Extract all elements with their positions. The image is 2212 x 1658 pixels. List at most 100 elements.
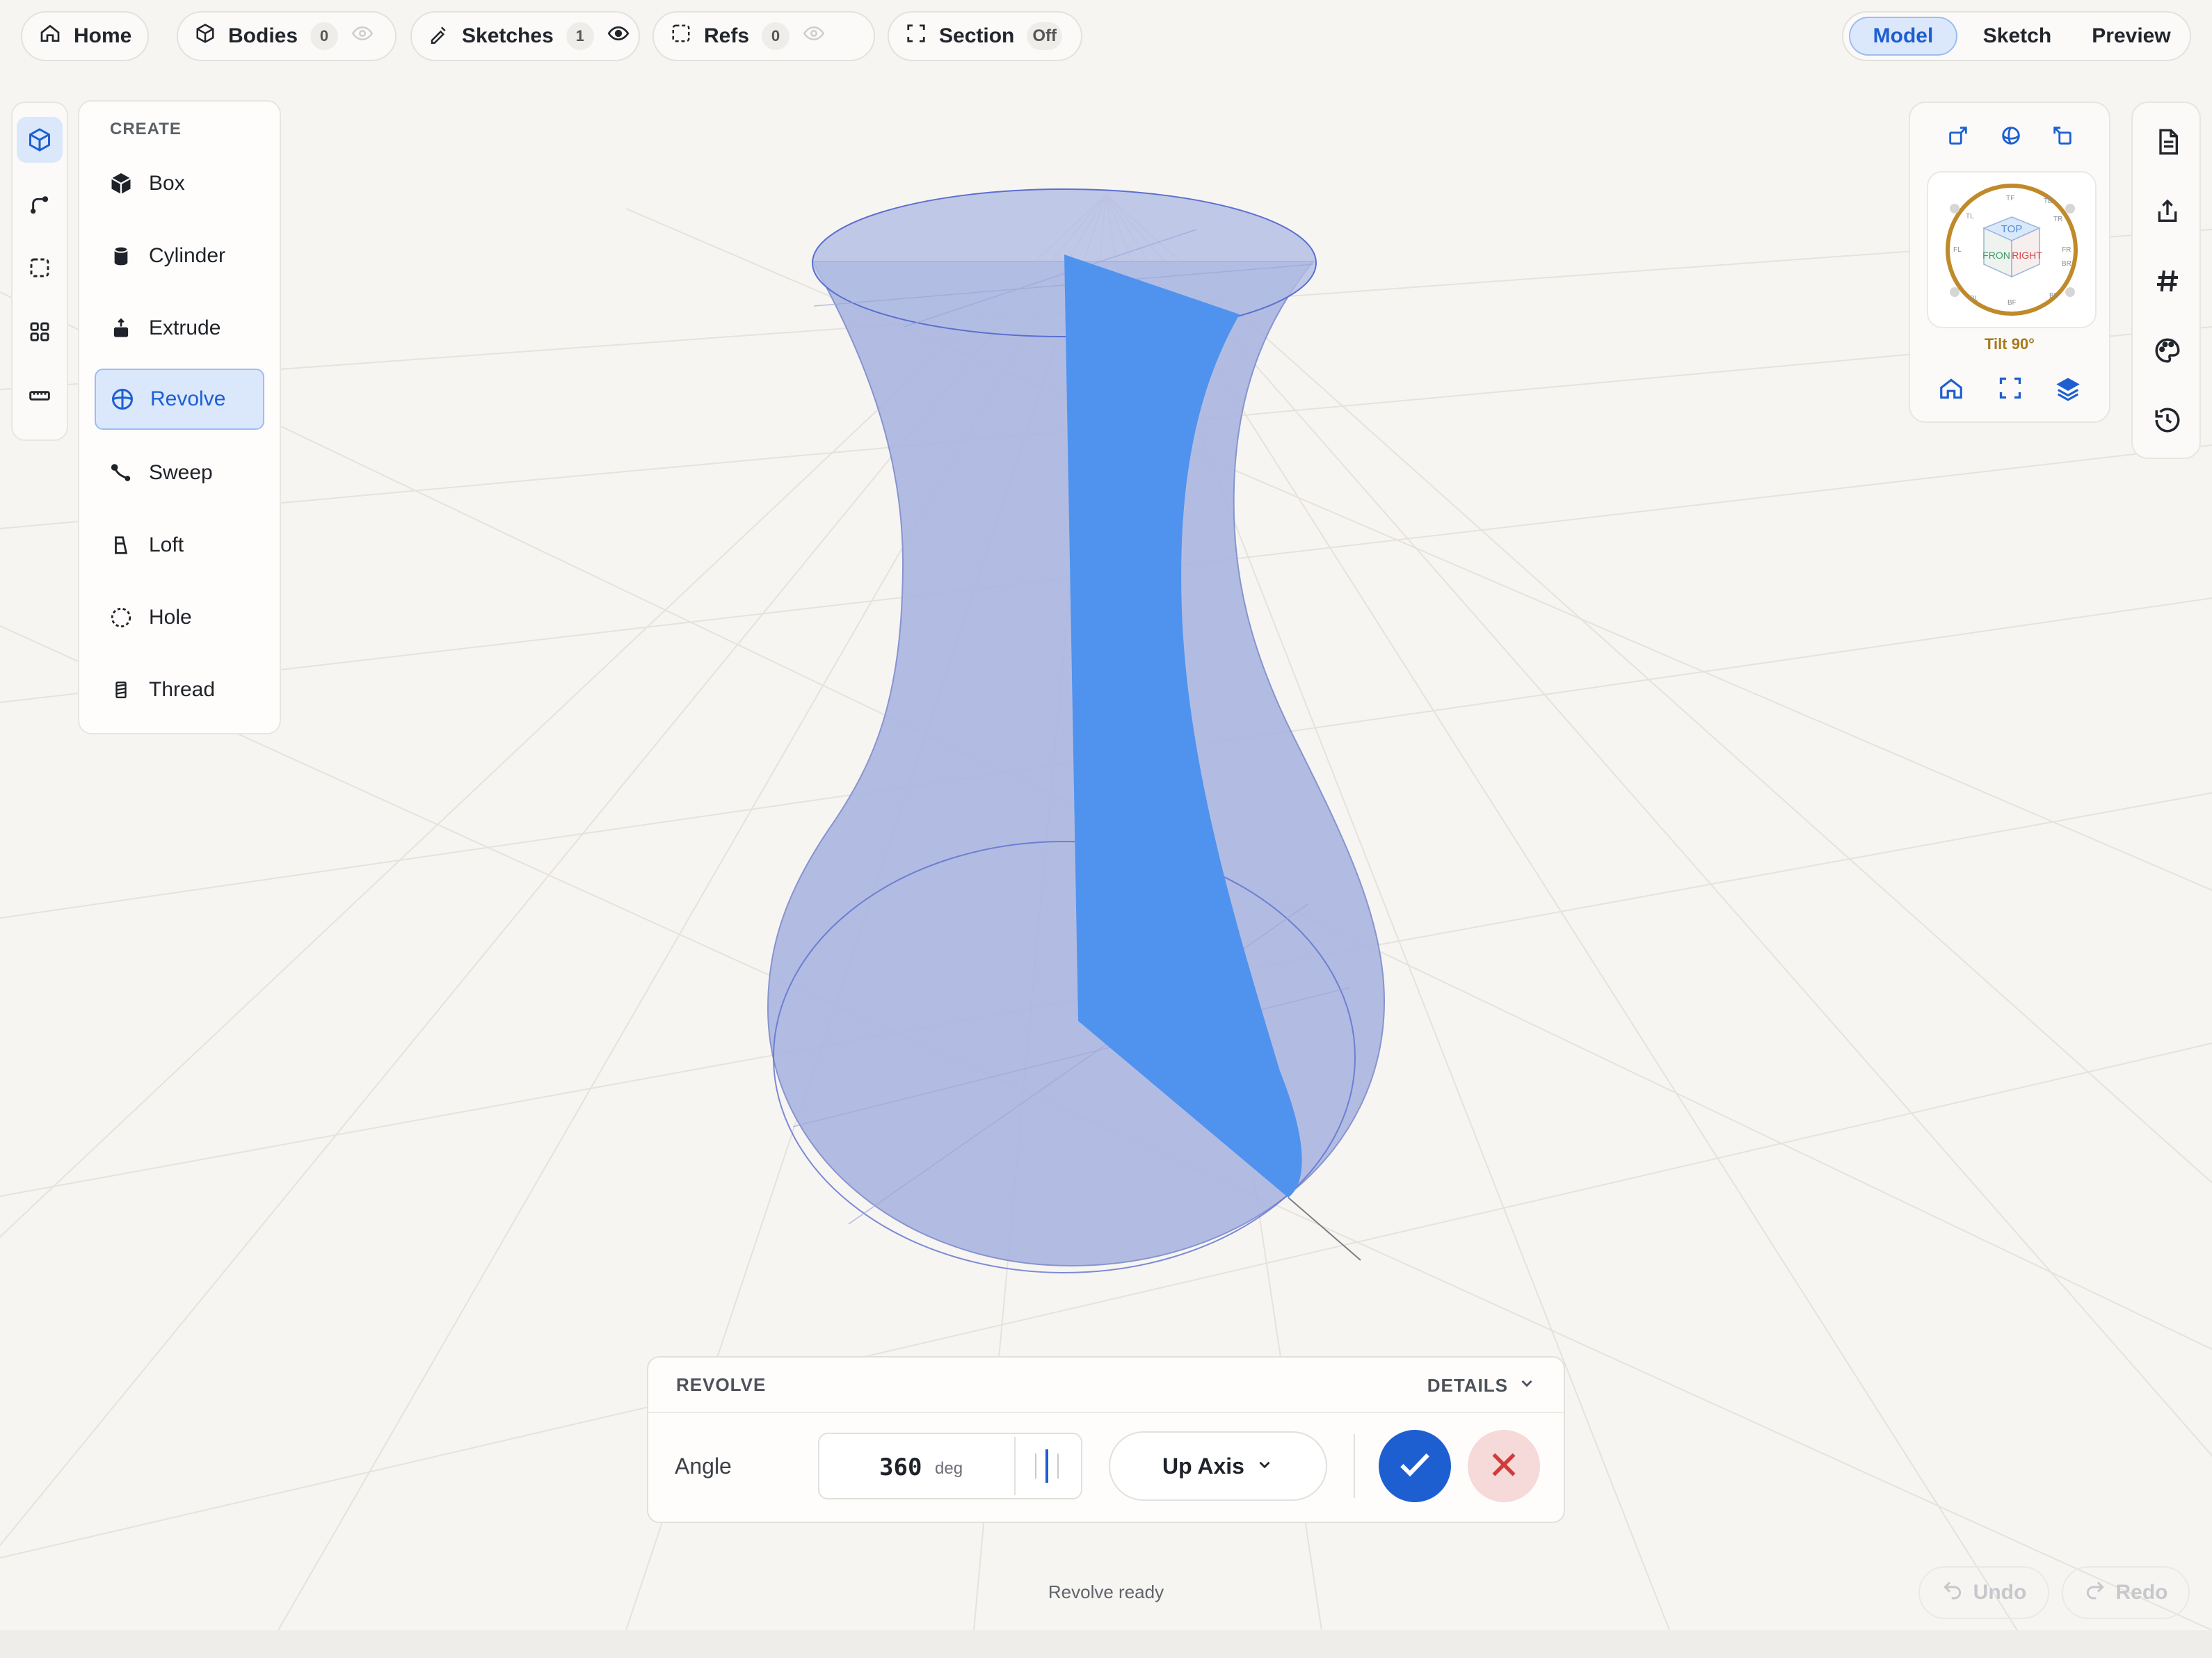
menu-item-label: Sweep: [149, 461, 213, 484]
check-icon: [1395, 1445, 1434, 1488]
dashed-square-icon: [671, 23, 691, 49]
refs-label: Refs: [704, 24, 750, 47]
divider: [1354, 1434, 1355, 1498]
rotate-left-icon[interactable]: [1946, 124, 1970, 151]
chevron-down-icon: [1518, 1374, 1536, 1397]
angle-value[interactable]: 360: [879, 1454, 922, 1481]
share-icon[interactable]: [2145, 189, 2190, 234]
sweep-icon: [109, 460, 134, 485]
details-toggle[interactable]: DETAILS: [1427, 1374, 1536, 1397]
axis-label: Up Axis: [1162, 1453, 1244, 1479]
revolve-icon: [110, 387, 135, 412]
sketches-button[interactable]: Sketches 1: [410, 11, 640, 61]
orbit-icon[interactable]: [1999, 124, 2023, 151]
layers-icon[interactable]: [2055, 376, 2081, 405]
menu-item-loft[interactable]: Loft: [95, 515, 264, 576]
eye-off-icon[interactable]: [802, 23, 826, 49]
ring-label[interactable]: TL: [1966, 213, 1974, 220]
section-state: Off: [1027, 22, 1063, 50]
angle-scrubber[interactable]: [1014, 1437, 1078, 1495]
home-icon: [39, 22, 61, 50]
mode-model[interactable]: Model: [1849, 17, 1957, 56]
right-tool-rail: [2131, 102, 2201, 459]
chevron-down-icon: [1256, 1454, 1274, 1479]
bodies-button[interactable]: Bodies 0: [177, 11, 396, 61]
close-icon: [1486, 1447, 1521, 1486]
mode-sketch[interactable]: Sketch: [1963, 17, 2071, 56]
menu-item-hole[interactable]: Hole: [95, 587, 264, 648]
section-frame-icon: [906, 23, 927, 49]
revolve-axis-line: [1288, 1197, 1361, 1261]
cube-face-front[interactable]: FRON: [1982, 250, 2010, 261]
fit-view-icon[interactable]: [1998, 376, 2023, 404]
undo-button[interactable]: Undo: [1918, 1566, 2049, 1619]
section-label: Section: [939, 24, 1015, 47]
revolve-panel-header: REVOLVE DETAILS: [648, 1358, 1564, 1413]
sketches-label: Sketches: [462, 24, 554, 47]
ring-label[interactable]: BL: [1970, 295, 1979, 303]
ring-label[interactable]: BB: [2049, 292, 2059, 300]
menu-item-label: Cylinder: [149, 244, 226, 267]
home-button[interactable]: Home: [21, 11, 149, 61]
menu-item-label: Extrude: [149, 316, 221, 339]
selection-frame-icon[interactable]: [17, 245, 63, 291]
home-label: Home: [74, 24, 132, 47]
menu-item-box[interactable]: Box: [95, 153, 264, 214]
angle-label: Angle: [675, 1454, 732, 1479]
cancel-button[interactable]: [1468, 1430, 1540, 1502]
hash-icon[interactable]: [2145, 259, 2190, 303]
menu-item-thread[interactable]: Thread: [95, 659, 264, 721]
ring-label[interactable]: FL: [1953, 246, 1962, 254]
home-view-icon[interactable]: [1938, 376, 1964, 405]
redo-button[interactable]: Redo: [2062, 1566, 2190, 1619]
create-menu: CREATE Box Cylinder Extrude Revolve Swee…: [78, 100, 281, 734]
ring-label[interactable]: BF: [2007, 299, 2017, 307]
palette-icon[interactable]: [2145, 328, 2190, 373]
ring-label[interactable]: BR: [2062, 260, 2071, 268]
grid-apps-icon[interactable]: [17, 309, 63, 355]
sketches-count: 1: [566, 22, 594, 50]
cylinder-icon: [109, 243, 134, 268]
bodies-label: Bodies: [228, 24, 298, 47]
bottom-strip: [0, 1630, 2212, 1658]
angle-unit: deg: [935, 1459, 963, 1478]
document-icon[interactable]: [2145, 120, 2190, 164]
refs-button[interactable]: Refs 0: [652, 11, 875, 61]
menu-item-label: Revolve: [150, 387, 226, 410]
menu-item-label: Thread: [149, 678, 216, 701]
revolve-panel-title: REVOLVE: [676, 1374, 767, 1395]
menu-item-label: Box: [149, 172, 185, 195]
ring-label[interactable]: TB: [2044, 198, 2053, 205]
tilt-readout: Tilt 90°: [1985, 335, 2035, 353]
ruler-icon[interactable]: [17, 373, 63, 419]
box-icon: [109, 171, 134, 196]
menu-item-cylinder[interactable]: Cylinder: [95, 225, 264, 287]
ring-label[interactable]: TF: [2006, 195, 2014, 202]
menu-item-extrude[interactable]: Extrude: [95, 298, 264, 359]
eye-off-icon[interactable]: [351, 23, 374, 49]
loft-icon: [109, 533, 134, 558]
cube-face-top[interactable]: TOP: [2001, 223, 2023, 235]
rotate-right-icon[interactable]: [2051, 124, 2074, 151]
menu-item-revolve[interactable]: Revolve: [95, 369, 264, 430]
solid-cube-icon[interactable]: [17, 117, 63, 163]
cube-face-right[interactable]: RIGHT: [2012, 250, 2042, 261]
left-tool-rail: [11, 102, 68, 441]
confirm-button[interactable]: [1379, 1430, 1451, 1502]
view-cube[interactable]: TOP FRON RIGHT TF TB TR FR BR BB BF BL F…: [1927, 171, 2097, 328]
angle-input[interactable]: 360 deg: [818, 1433, 1082, 1499]
axis-select[interactable]: Up Axis: [1109, 1431, 1327, 1501]
ring-label[interactable]: FR: [2062, 246, 2071, 254]
create-menu-heading: CREATE: [110, 120, 182, 138]
mode-preview[interactable]: Preview: [2077, 17, 2186, 56]
eye-icon[interactable]: [607, 23, 630, 49]
section-button[interactable]: Section Off: [888, 11, 1082, 61]
menu-item-sweep[interactable]: Sweep: [95, 442, 264, 504]
bodies-count: 0: [310, 22, 339, 50]
history-icon[interactable]: [2145, 398, 2190, 442]
undo-icon: [1941, 1579, 1964, 1607]
ring-label[interactable]: TR: [2053, 216, 2062, 223]
status-message: Revolve ready: [1048, 1581, 1164, 1602]
sketch-curve-icon[interactable]: [17, 181, 63, 227]
undo-label: Undo: [1973, 1581, 2027, 1604]
